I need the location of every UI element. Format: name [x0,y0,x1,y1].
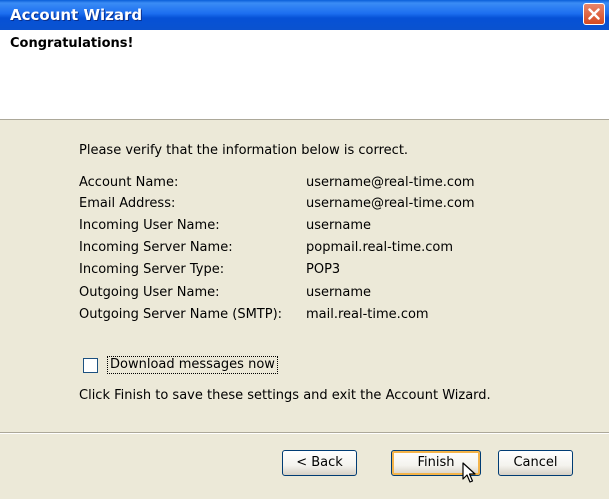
account-wizard-window: Account Wizard Congratulations! Please v… [0,0,609,499]
verify-instructions: Please verify that the information below… [79,143,409,158]
cancel-button[interactable]: Cancel [498,450,573,476]
incoming-server-type-label: Incoming Server Type: [79,262,225,277]
page-title: Congratulations! [10,36,134,51]
window-title: Account Wizard [10,6,143,24]
account-name-label: Account Name: [79,175,179,190]
finish-instructions: Click Finish to save these settings and … [79,388,491,403]
account-name-value: username@real-time.com [306,175,475,190]
download-messages-checkbox[interactable] [83,358,98,373]
close-icon [588,8,600,20]
outgoing-user-name-value: username [306,285,371,300]
cursor-icon [462,462,476,483]
title-bar: Account Wizard [0,0,609,30]
incoming-server-type-value: POP3 [306,262,341,277]
back-button[interactable]: < Back [282,450,357,476]
outgoing-user-name-label: Outgoing User Name: [79,285,220,300]
email-address-value: username@real-time.com [306,196,475,211]
download-messages-label[interactable]: Download messages now [107,356,278,374]
incoming-server-name-value: popmail.real-time.com [306,240,454,255]
incoming-server-name-label: Incoming Server Name: [79,240,233,255]
incoming-user-name-label: Incoming User Name: [79,218,220,233]
outgoing-server-name-label: Outgoing Server Name (SMTP): [79,307,283,322]
button-divider [0,432,609,434]
email-address-label: Email Address: [79,196,176,211]
outgoing-server-name-value: mail.real-time.com [306,307,429,322]
incoming-user-name-value: username [306,218,371,233]
close-button[interactable] [583,3,605,25]
